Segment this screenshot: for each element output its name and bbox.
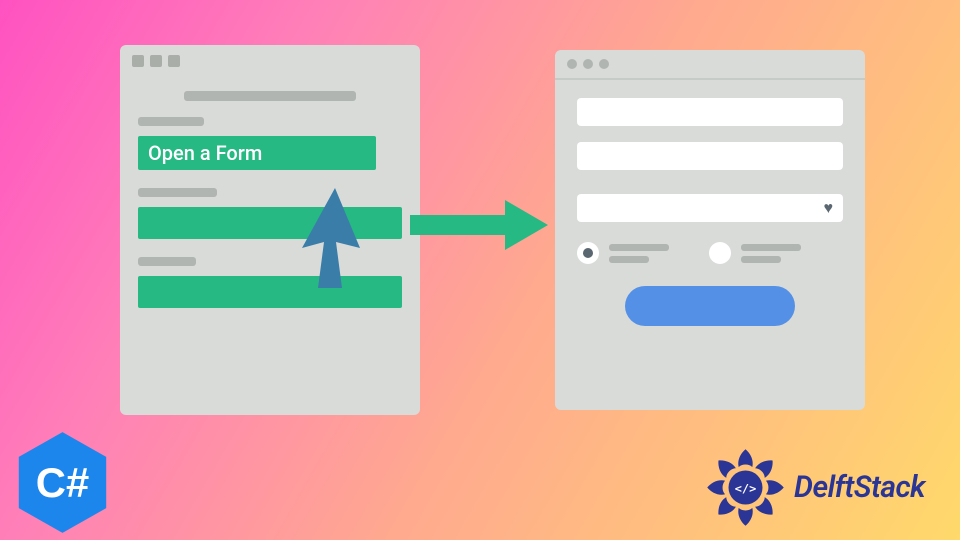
csharp-label: C# bbox=[36, 459, 89, 506]
brand-name: DelftStack bbox=[794, 470, 925, 505]
text-input[interactable] bbox=[577, 98, 843, 126]
window-titlebar bbox=[120, 45, 420, 77]
window-control-icon bbox=[168, 55, 180, 67]
placeholder-line bbox=[138, 117, 204, 126]
form-body bbox=[555, 80, 865, 344]
radio-label-placeholder bbox=[741, 244, 801, 263]
radio-option[interactable] bbox=[709, 242, 801, 264]
radio-icon bbox=[709, 242, 731, 264]
form-window bbox=[555, 50, 865, 410]
text-input[interactable] bbox=[577, 142, 843, 170]
svg-text:</>: </> bbox=[735, 482, 756, 496]
open-form-button[interactable]: Open a Form bbox=[138, 136, 376, 170]
placeholder-line bbox=[184, 91, 356, 101]
cursor-pointer-icon bbox=[290, 180, 380, 300]
delftstack-brand: </> DelftStack bbox=[703, 445, 925, 530]
favorite-input[interactable] bbox=[577, 194, 843, 222]
delftstack-logo-icon: </> bbox=[703, 445, 788, 530]
window-control-icon bbox=[567, 59, 577, 69]
radio-icon bbox=[577, 242, 599, 264]
open-form-label: Open a Form bbox=[148, 141, 262, 165]
submit-button[interactable] bbox=[625, 286, 795, 326]
placeholder-line bbox=[138, 188, 217, 197]
radio-label-placeholder bbox=[609, 244, 669, 263]
window-control-icon bbox=[583, 59, 593, 69]
window-control-icon bbox=[599, 59, 609, 69]
transition-arrow-icon bbox=[410, 195, 550, 255]
placeholder-line bbox=[138, 257, 196, 266]
window-titlebar bbox=[555, 50, 865, 80]
radio-option[interactable] bbox=[577, 242, 669, 264]
radio-group-row bbox=[577, 242, 843, 264]
window-control-icon bbox=[150, 55, 162, 67]
csharp-logo-icon: C# bbox=[15, 430, 110, 535]
window-control-icon bbox=[132, 55, 144, 67]
